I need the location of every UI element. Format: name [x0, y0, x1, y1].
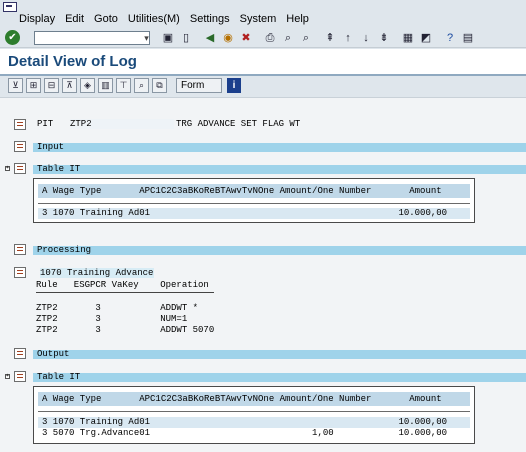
- input-section-bar: [33, 143, 526, 152]
- form-button[interactable]: Form: [176, 78, 222, 93]
- table-section-bar: [33, 165, 526, 174]
- table-header: A Wage Type APC1C2C3aBKoReBTAwvTvNOne Am…: [38, 392, 470, 406]
- command-dropdown-icon[interactable]: ▾: [142, 31, 151, 45]
- table-header-text: A Wage Type APC1C2C3aBKoReBTAwvTvNOne Am…: [42, 394, 442, 404]
- save-icon[interactable]: ▣: [160, 30, 176, 46]
- exit-icon[interactable]: ◉: [220, 30, 236, 46]
- hierarchy-icon[interactable]: ⊤: [116, 78, 131, 93]
- system-menu-icon[interactable]: [3, 2, 17, 12]
- create-session-icon[interactable]: ▦: [400, 30, 416, 46]
- table-header: A Wage Type APC1C2C3aBKoReBTAwvTvNOne Am…: [38, 184, 470, 198]
- input-table: A Wage Type APC1C2C3aBKoReBTAwvTvNOne Am…: [33, 178, 475, 223]
- table-section-bar: [33, 373, 526, 382]
- menu-bar: Display Edit Goto Utilities(M) Settings …: [0, 0, 526, 28]
- find-in-log-icon[interactable]: ⌕: [134, 78, 149, 93]
- processing-item: 1070 Training Advance: [40, 268, 154, 278]
- expand-all-icon[interactable]: ⊻: [8, 78, 23, 93]
- menu-goto[interactable]: Goto: [89, 12, 123, 26]
- cancel-icon[interactable]: ✖: [238, 30, 254, 46]
- back-icon[interactable]: ◀: [202, 30, 218, 46]
- pit-text: TRG ADVANCE SET FLAG WT: [176, 119, 301, 129]
- table-row-text: 3 1070 Training Ad01 10.000,00: [42, 208, 448, 218]
- menu-utilities[interactable]: Utilities(M): [123, 12, 185, 26]
- expand-node-icon[interactable]: +: [5, 374, 10, 379]
- first-page-icon[interactable]: ⇞: [322, 30, 338, 46]
- table-it-label: Table IT: [37, 372, 81, 382]
- document-icon[interactable]: [14, 141, 26, 152]
- table-separator: [38, 411, 470, 412]
- find-next-icon[interactable]: ⌕: [298, 30, 314, 46]
- document-icon[interactable]: [14, 348, 26, 359]
- copy-icon[interactable]: ⧉: [152, 78, 167, 93]
- page-title: Detail View of Log: [8, 53, 137, 70]
- menu-settings[interactable]: Settings: [185, 12, 235, 26]
- standard-toolbar: ✔ ▾ ▣ ▯ ◀ ◉ ✖ ⎙ ⌕ ⌕ ⇞ ↑ ↓ ⇟ ▦ ◩ ? ▤: [0, 28, 526, 48]
- document-icon[interactable]: [14, 163, 26, 174]
- menu-help[interactable]: Help: [281, 12, 314, 26]
- detail-icon[interactable]: ▥: [98, 78, 113, 93]
- table-it-label: Table IT: [37, 164, 81, 174]
- next-page-icon[interactable]: ↓: [358, 30, 374, 46]
- processing-section-bar: [33, 246, 526, 255]
- output-section-bar: [33, 350, 526, 359]
- info-icon[interactable]: i: [227, 78, 241, 93]
- rule-header-underline: [36, 292, 214, 293]
- output-section-label: Output: [37, 349, 70, 359]
- menu-system[interactable]: System: [235, 12, 282, 26]
- shortcut-icon[interactable]: ◩: [418, 30, 434, 46]
- previous-page-icon[interactable]: ↑: [340, 30, 356, 46]
- input-section-label: Input: [37, 142, 65, 152]
- log-tree: PIT ZTP2 TRG ADVANCE SET FLAG WT Input +…: [0, 97, 526, 452]
- enter-icon[interactable]: ✔: [5, 30, 20, 45]
- expand-node-icon[interactable]: +: [5, 166, 10, 171]
- rule-row: ZTP2 3 NUM=1: [36, 314, 188, 324]
- table-row[interactable]: 3 1070 Training Ad01 10.000,00: [38, 417, 470, 428]
- rule-row: ZTP2 3 ADDWT 5070: [36, 325, 215, 335]
- rule-row: ZTP2 3 ADDWT *: [36, 303, 199, 313]
- document-icon[interactable]: [14, 244, 26, 255]
- menu-display[interactable]: Display: [14, 12, 60, 26]
- layout-menu-icon[interactable]: ▤: [460, 30, 476, 46]
- document-icon[interactable]: [14, 267, 26, 278]
- document-icon[interactable]: [14, 371, 26, 382]
- help-icon[interactable]: ?: [442, 30, 458, 46]
- document-icon[interactable]: [14, 119, 26, 130]
- expand-subtree-icon[interactable]: ⊞: [26, 78, 41, 93]
- collapse-icon[interactable]: ⊟: [44, 78, 59, 93]
- table-row-text: 3 1070 Training Ad01 10.000,00: [42, 417, 448, 427]
- table-row[interactable]: 3 1070 Training Ad01 10.000,00: [38, 208, 470, 219]
- table-row[interactable]: 3 5070 Trg.Advance01 1,00 10.000,00: [38, 428, 470, 439]
- application-toolbar: ⊻ ⊞ ⊟ ⊼ ◈ ▥ ⊤ ⌕ ⧉ Form i: [0, 76, 526, 96]
- select-icon[interactable]: ◈: [80, 78, 95, 93]
- menu-edit[interactable]: Edit: [60, 12, 89, 26]
- command-field[interactable]: [34, 31, 150, 45]
- separator-icon: ▯: [182, 32, 190, 44]
- pit-value: ZTP2: [70, 119, 174, 129]
- find-icon[interactable]: ⌕: [280, 30, 296, 46]
- output-table: A Wage Type APC1C2C3aBKoReBTAwvTvNOne Am…: [33, 386, 475, 444]
- pit-label: PIT: [37, 119, 54, 129]
- collapse-all-icon[interactable]: ⊼: [62, 78, 77, 93]
- table-header-text: A Wage Type APC1C2C3aBKoReBTAwvTvNOne Am…: [42, 186, 442, 196]
- print-icon[interactable]: ⎙: [262, 30, 278, 46]
- last-page-icon[interactable]: ⇟: [376, 30, 392, 46]
- processing-section-label: Processing: [37, 245, 92, 255]
- rule-header: Rule ESGPCR VaKey Operation: [36, 280, 209, 290]
- title-bar: Detail View of Log: [0, 49, 526, 74]
- form-button-label: Form: [181, 80, 205, 91]
- table-separator: [38, 203, 470, 204]
- table-row-text: 3 5070 Trg.Advance01 1,00 10.000,00: [42, 428, 448, 438]
